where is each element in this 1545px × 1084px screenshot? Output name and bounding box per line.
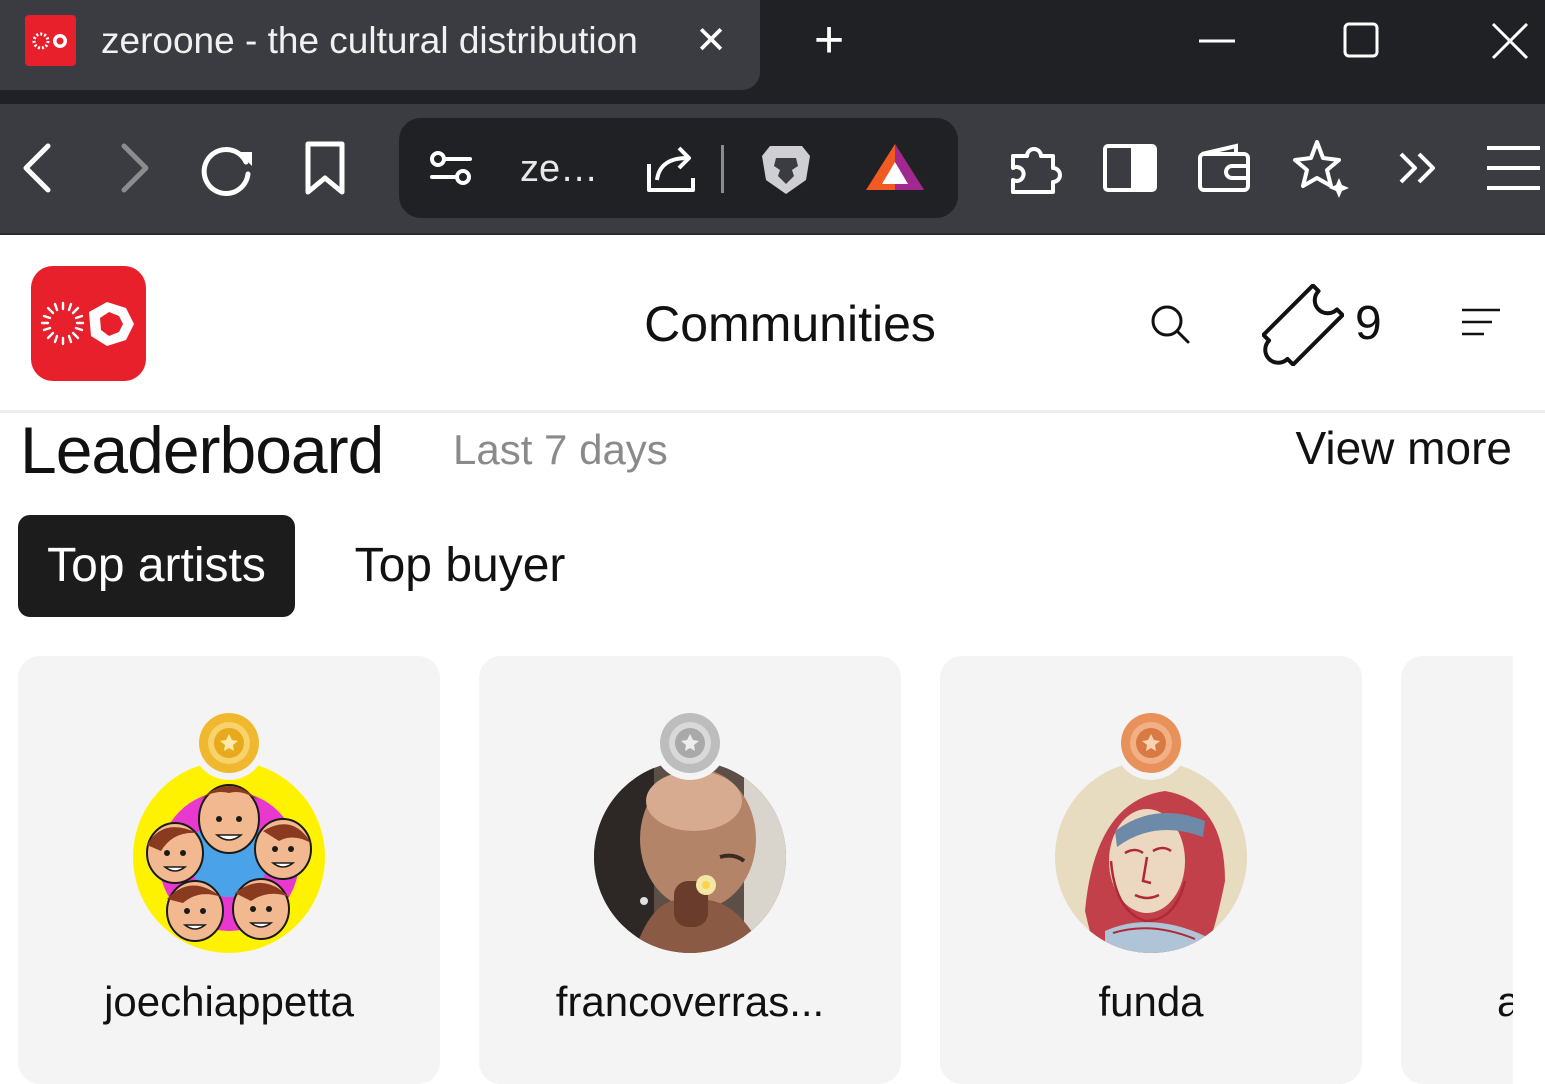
minimize-icon[interactable] (1197, 20, 1237, 60)
chevron-left-icon[interactable] (16, 140, 62, 196)
chevron-right-icon[interactable] (110, 140, 156, 196)
site-settings-icon[interactable] (426, 145, 476, 191)
artist-name[interactable]: a (1497, 974, 1513, 1030)
page-title: Communities (644, 296, 936, 352)
artist-name[interactable]: joechiappetta (28, 974, 430, 1030)
gold-medal-icon (192, 706, 266, 780)
menu-icon[interactable] (1484, 142, 1542, 194)
artist-name[interactable]: francoverras... (489, 974, 891, 1030)
leaderboard-title: Leaderboard (20, 413, 384, 487)
bookmark-icon[interactable] (300, 138, 350, 198)
artist-card[interactable]: francoverras... (479, 656, 901, 1084)
hamburger-menu-icon[interactable] (1460, 306, 1502, 340)
brave-shields-icon[interactable] (760, 140, 812, 198)
search-icon[interactable] (1148, 302, 1192, 346)
new-tab-button[interactable]: + (806, 12, 852, 68)
artist-avatar[interactable] (594, 761, 786, 953)
view-more-link[interactable]: View more (1150, 420, 1512, 476)
tab-top-buyer[interactable]: Top buyer (325, 515, 595, 617)
sidebar-icon[interactable] (1101, 142, 1159, 194)
artist-card[interactable]: a (1401, 656, 1513, 1084)
leo-ai-icon[interactable] (1291, 138, 1351, 198)
artist-avatar[interactable] (133, 761, 325, 953)
maximize-icon[interactable] (1341, 20, 1383, 62)
close-tab-button[interactable]: ✕ (688, 16, 734, 66)
reload-icon[interactable] (198, 138, 258, 198)
silver-medal-icon (653, 706, 727, 780)
zeroone-logo[interactable] (31, 266, 146, 381)
close-window-icon[interactable] (1489, 20, 1531, 62)
tab-top-artists[interactable]: Top artists (18, 515, 295, 617)
artist-avatar[interactable] (1055, 761, 1247, 953)
extensions-icon[interactable] (1005, 138, 1065, 198)
url-text[interactable]: ze… (520, 145, 598, 193)
tab-title: zeroone - the cultural distribution (101, 20, 638, 61)
address-bar-divider (721, 145, 724, 193)
share-icon[interactable] (643, 140, 699, 196)
more-tools-icon[interactable] (1393, 142, 1443, 194)
wallet-icon[interactable] (1196, 140, 1254, 196)
bronze-medal-icon (1114, 706, 1188, 780)
ticket-count: 9 (1355, 297, 1382, 350)
artist-name[interactable]: funda (950, 974, 1352, 1030)
artist-card[interactable]: funda (940, 656, 1362, 1084)
brave-rewards-icon[interactable] (864, 140, 926, 194)
leaderboard-period: Last 7 days (453, 426, 668, 473)
artist-card[interactable]: joechiappetta (18, 656, 440, 1084)
ticket-icon[interactable] (1262, 284, 1344, 366)
tab-favicon-icon (25, 15, 76, 66)
